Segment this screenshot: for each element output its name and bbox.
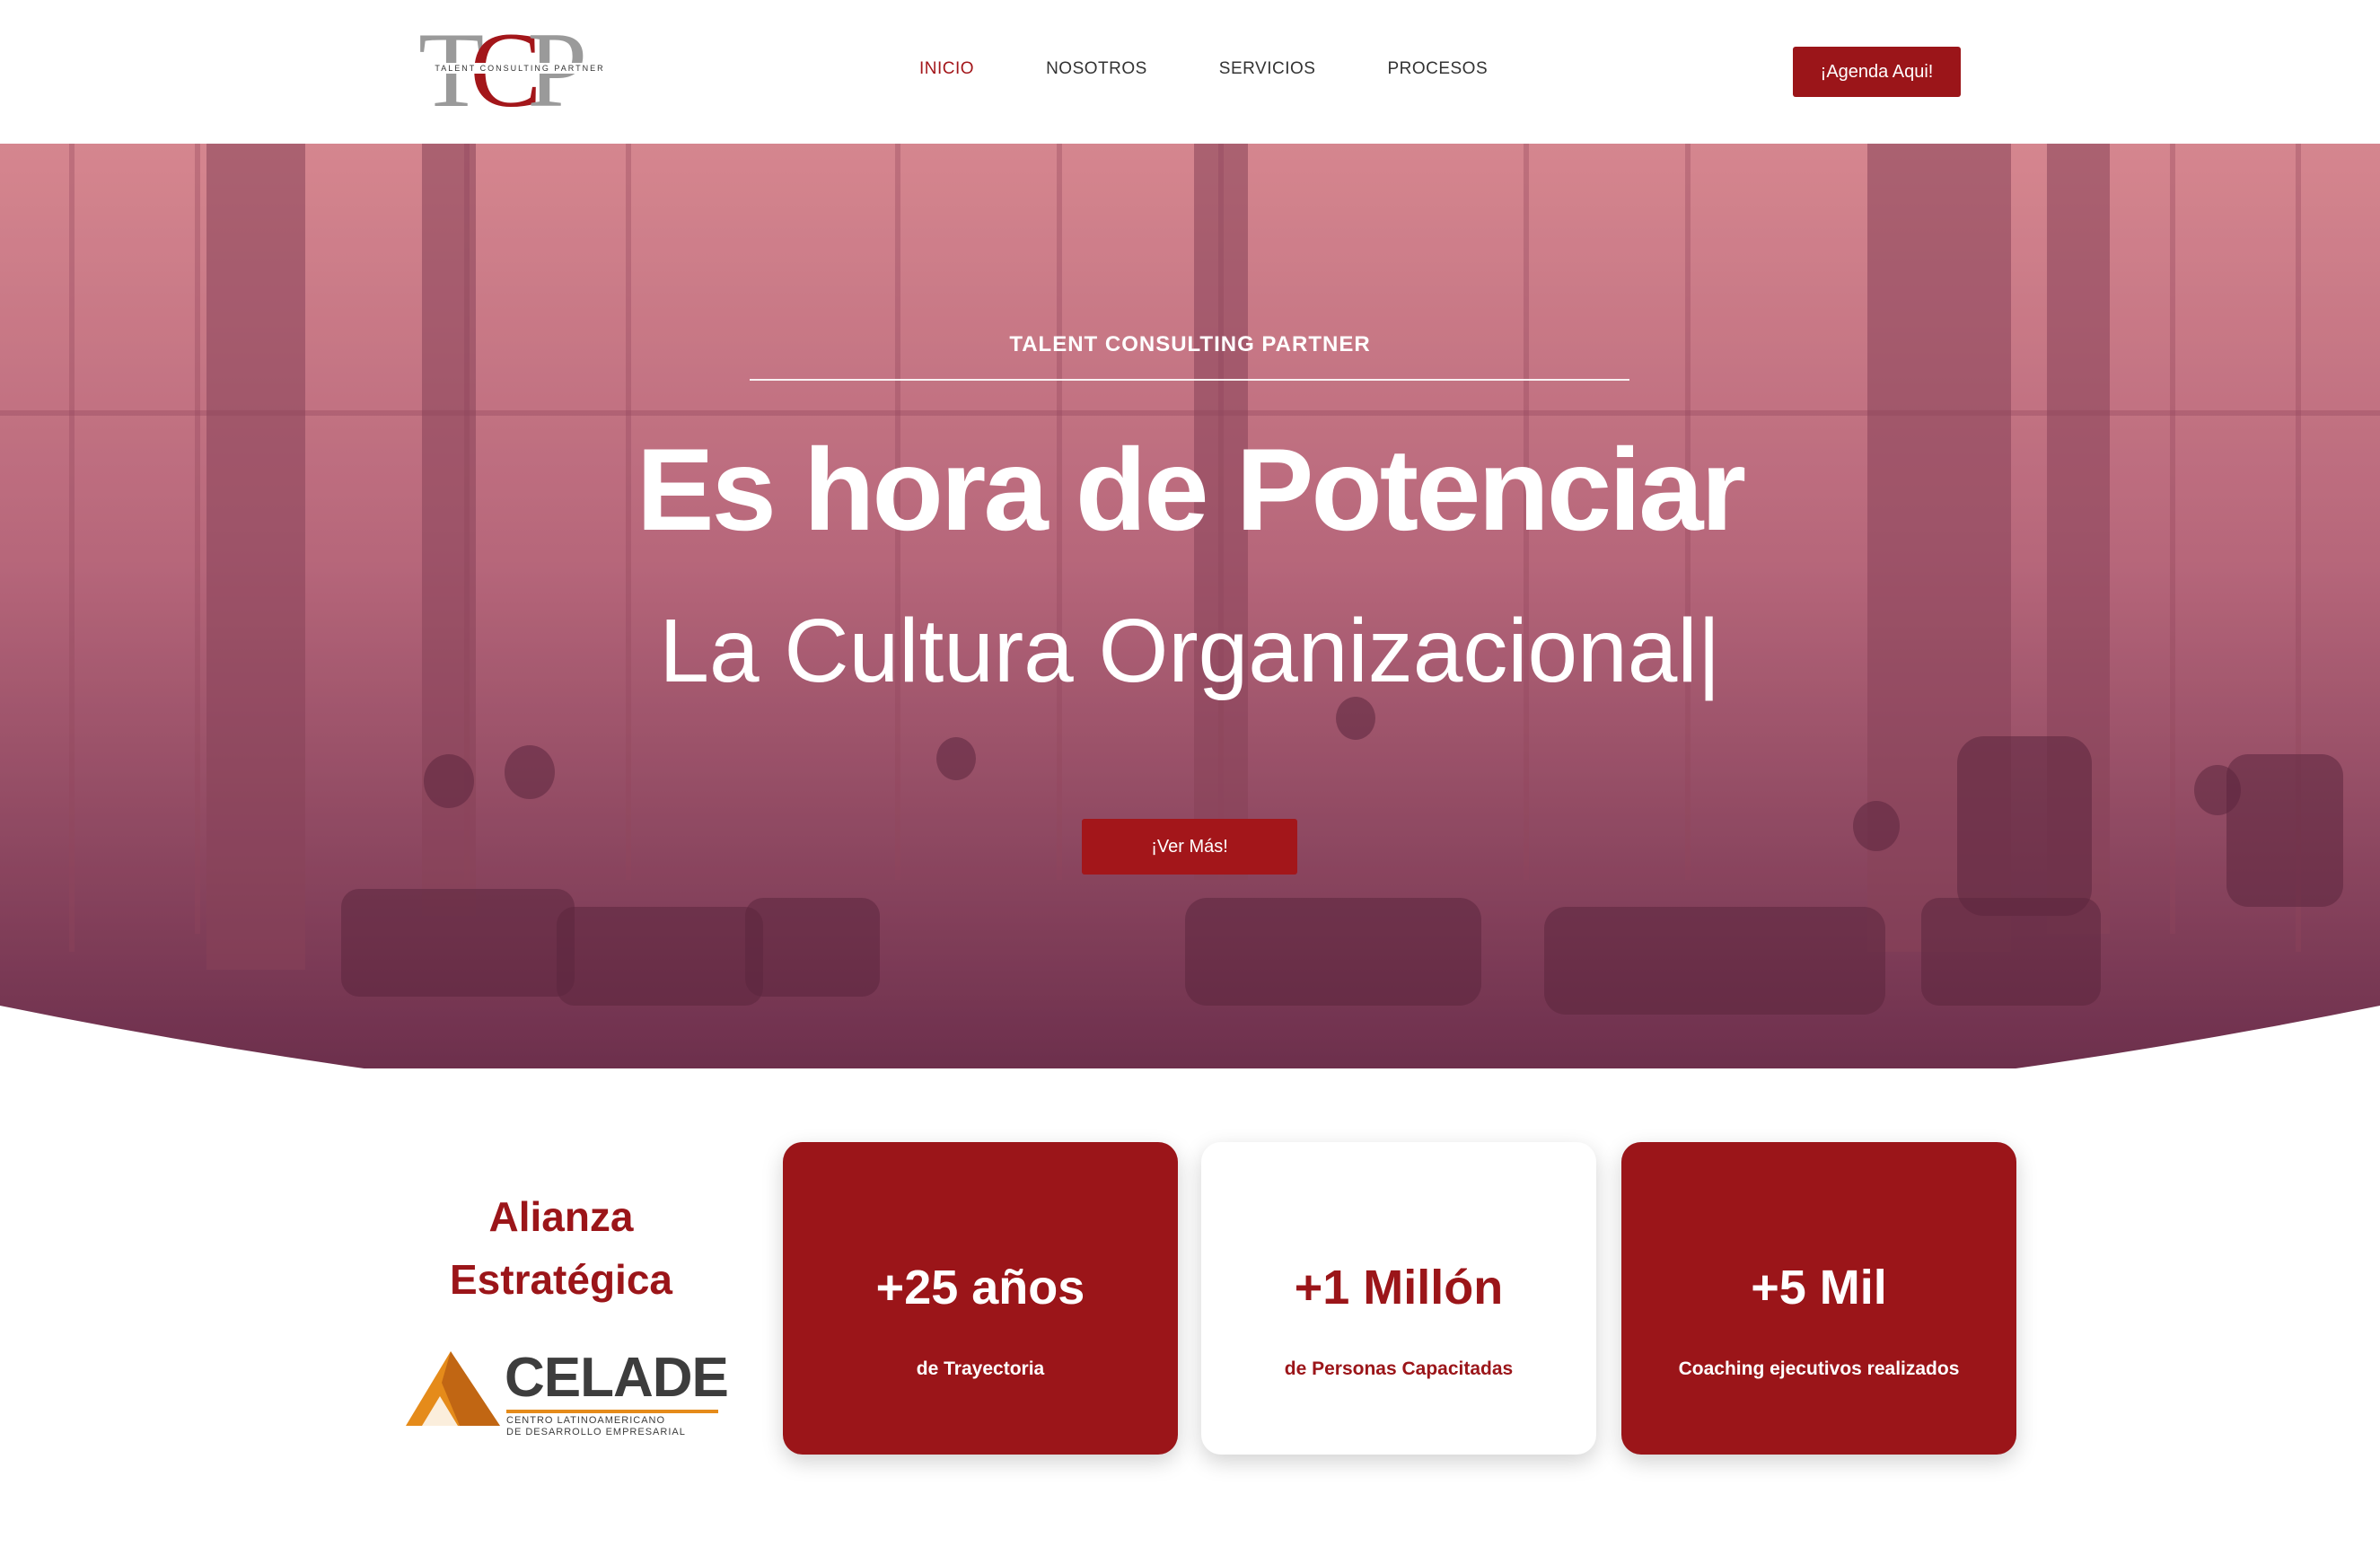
- stat-card-years: +25 años de Trayectoria: [783, 1142, 1178, 1455]
- celade-rule: [506, 1410, 718, 1413]
- logo-tagline: TALENT CONSULTING PARTNER: [424, 63, 616, 74]
- main-nav: INICIO NOSOTROS SERVICIOS PROCESOS: [919, 59, 1559, 79]
- nav-nosotros[interactable]: NOSOTROS: [1046, 59, 1147, 79]
- alliance-heading: Alianza Estratégica: [395, 1185, 727, 1311]
- ver-mas-button[interactable]: ¡Ver Más!: [1082, 819, 1297, 875]
- stat-label: Coaching ejecutivos realizados: [1678, 1358, 1960, 1379]
- celade-logo[interactable]: CELADE CENTRO LATINOAMERICANO DE DESARRO…: [406, 1347, 729, 1437]
- alliance-line-1: Alianza: [488, 1193, 634, 1240]
- tcp-logo[interactable]: TCP TALENT CONSULTING PARTNER: [418, 16, 616, 124]
- celade-desc-line-2: DE DESARROLLO EMPRESARIAL: [506, 1427, 686, 1437]
- alliance-line-2: Estratégica: [449, 1256, 672, 1303]
- hero-kicker: TALENT CONSULTING PARTNER: [1009, 332, 1371, 356]
- celade-description: CENTRO LATINOAMERICANO DE DESARROLLO EMP…: [506, 1415, 722, 1438]
- stat-card-people: +1 Millón de Personas Capacitadas: [1201, 1142, 1596, 1455]
- hero-title: Es hora de Potenciar: [636, 424, 1746, 555]
- hero-section: TALENT CONSULTING PARTNER Es hora de Pot…: [0, 144, 2380, 1068]
- stat-value: +25 años: [875, 1261, 1085, 1314]
- hero-subtitle: La Cultura Organizacional|: [659, 601, 1721, 701]
- stat-value: +5 Mil: [1751, 1261, 1887, 1314]
- nav-servicios[interactable]: SERVICIOS: [1219, 59, 1316, 79]
- stat-card-coaching: +5 Mil Coaching ejecutivos realizados: [1621, 1142, 2016, 1455]
- stat-label: de Personas Capacitadas: [1284, 1358, 1514, 1379]
- site-header: TCP TALENT CONSULTING PARTNER INICIO NOS…: [0, 0, 2380, 144]
- hero-divider: [750, 379, 1629, 381]
- nav-inicio[interactable]: INICIO: [919, 59, 974, 79]
- stat-label: de Trayectoria: [916, 1358, 1045, 1379]
- stat-value: +1 Millón: [1294, 1261, 1504, 1314]
- celade-desc-line-1: CENTRO LATINOAMERICANO: [506, 1415, 666, 1426]
- celade-triangle-icon: [406, 1351, 500, 1426]
- nav-procesos[interactable]: PROCESOS: [1387, 59, 1488, 79]
- celade-name: CELADE: [505, 1347, 729, 1409]
- agenda-button[interactable]: ¡Agenda Aqui!: [1793, 47, 1961, 97]
